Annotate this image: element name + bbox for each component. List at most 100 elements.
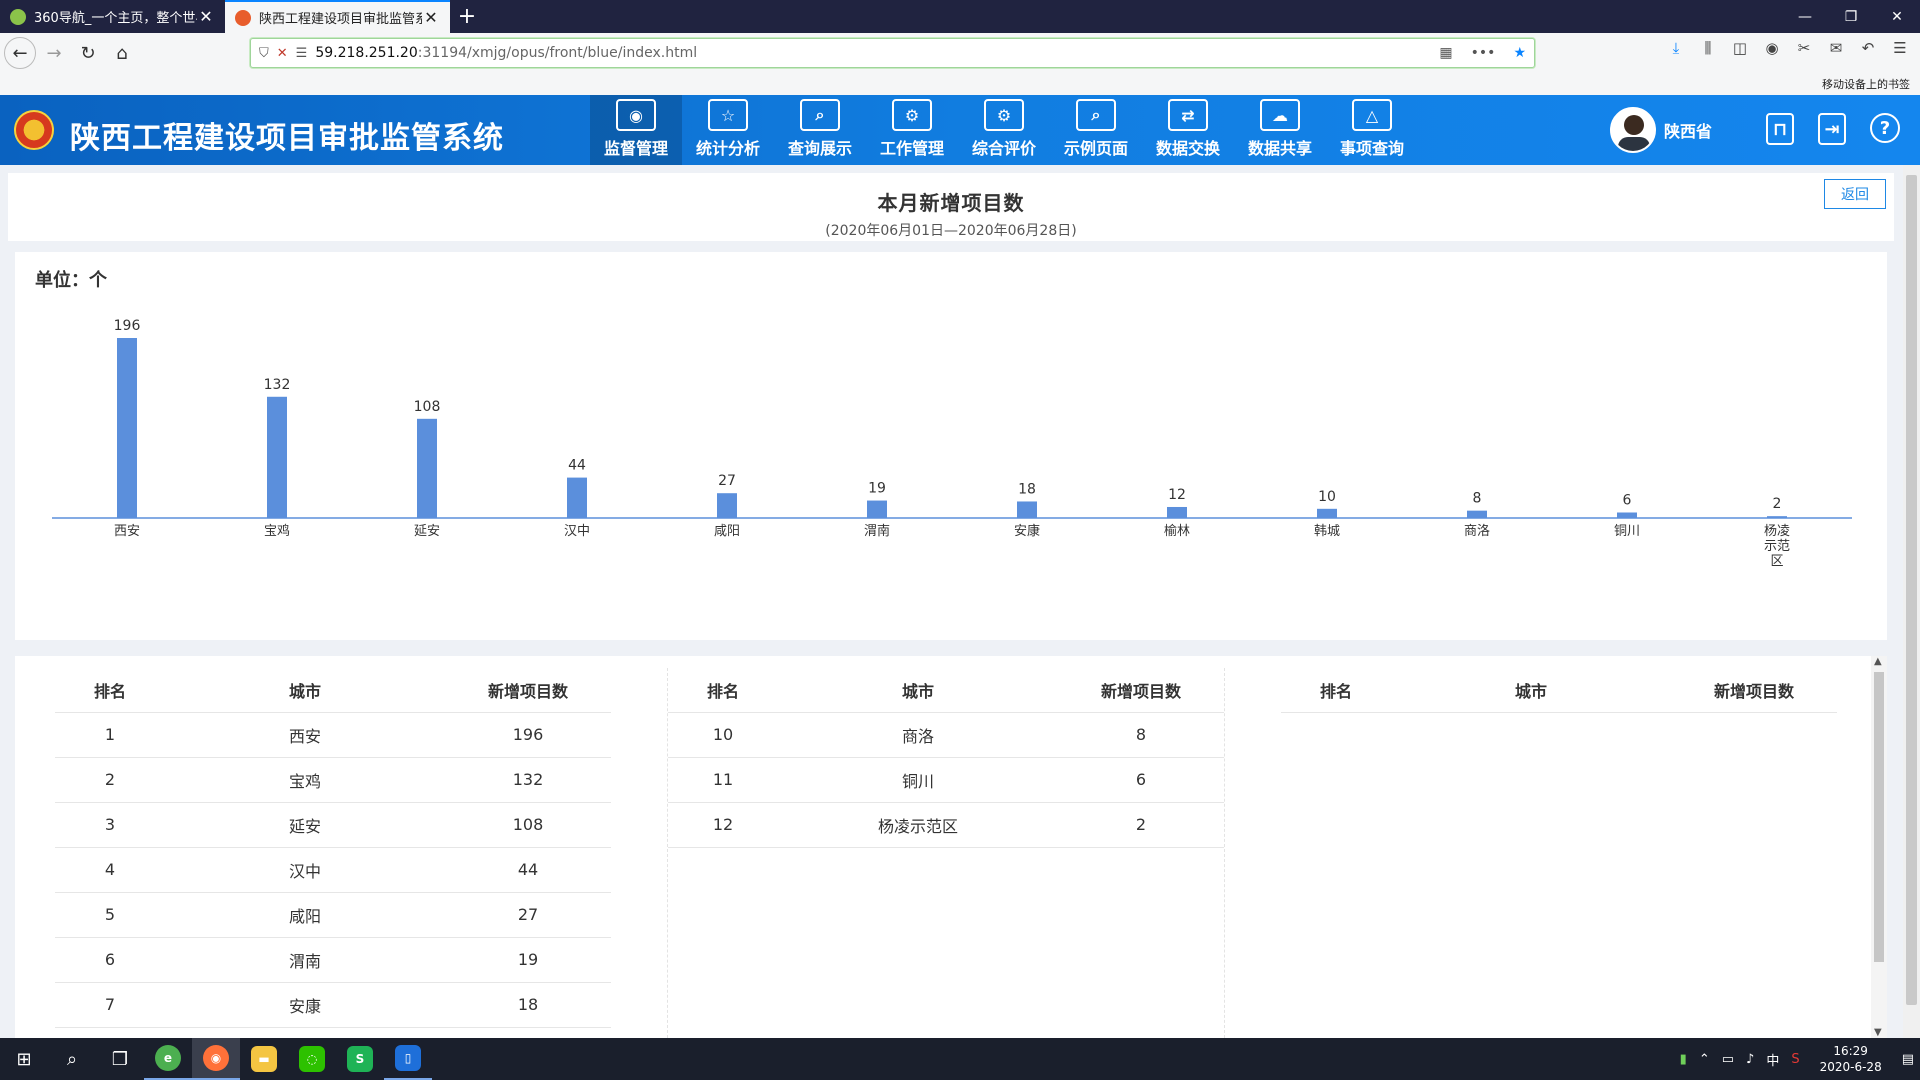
network-icon[interactable]: ▭ bbox=[1722, 1052, 1734, 1067]
module-item-query[interactable]: △ 事项查询 bbox=[1326, 95, 1418, 165]
scroll-thumb[interactable] bbox=[1906, 175, 1917, 1005]
chart-bar bbox=[1617, 512, 1637, 518]
taskbar-reader[interactable]: ▯ bbox=[384, 1038, 432, 1080]
table-scrollbar[interactable]: ▲ ▼ bbox=[1871, 656, 1887, 1038]
module-data-sharing[interactable]: ☁ 数据共享 bbox=[1234, 95, 1326, 165]
sidebar-icon[interactable]: ◫ bbox=[1730, 39, 1750, 57]
tick-label: 延安 bbox=[414, 524, 440, 539]
taskbar-file-explorer[interactable]: ▬ bbox=[240, 1038, 288, 1080]
windows-start-icon[interactable]: ⊞ bbox=[0, 1038, 48, 1080]
header-count: 新增项目数 bbox=[1671, 668, 1837, 713]
bar-chart: 196 西安 132 宝鸡 108 延安 44 汉中 27 咸阳 19 渭南 18 安康 12 榆林 10 韩城 8… bbox=[52, 318, 1852, 569]
module-label: 事项查询 bbox=[1339, 139, 1404, 158]
city-cell: 西安 bbox=[165, 712, 445, 758]
menu-icon[interactable]: ☰ bbox=[1890, 39, 1910, 57]
header-city: 城市 bbox=[1391, 668, 1671, 713]
module-data-exchange[interactable]: ⇄ 数据交换 bbox=[1142, 95, 1234, 165]
taskbar-360-browser[interactable]: e bbox=[144, 1038, 192, 1080]
back-arrow-icon[interactable]: ← bbox=[4, 37, 36, 69]
home-icon[interactable]: ⌂ bbox=[106, 37, 138, 69]
header-count: 新增项目数 bbox=[1058, 668, 1224, 713]
folder-icon: ▬ bbox=[251, 1046, 277, 1072]
module-example-page[interactable]: ⌕ 示例页面 bbox=[1050, 95, 1142, 165]
scroll-up-icon[interactable]: ▲ bbox=[1874, 656, 1882, 667]
city-cell: 咸阳 bbox=[165, 892, 445, 938]
help-icon[interactable]: ? bbox=[1870, 113, 1900, 143]
chat-icon[interactable]: ✉ bbox=[1826, 39, 1846, 57]
battery-icon[interactable]: ▮ bbox=[1680, 1052, 1687, 1067]
module-label: 示例页面 bbox=[1063, 139, 1128, 158]
search-icon[interactable]: ⌕ bbox=[48, 1038, 96, 1080]
download-icon[interactable]: ⤓ bbox=[1666, 39, 1686, 57]
table-row: 5 咸阳 27 bbox=[55, 892, 611, 938]
mobile-bookmarks-link[interactable]: 移动设备上的书签 bbox=[1822, 76, 1910, 92]
system-tray: ▮ ⌃ ▭ ♪ 中 S 16:29 2020-6-28 ▤ bbox=[1674, 1038, 1920, 1080]
account-icon[interactable]: ◉ bbox=[1762, 39, 1782, 57]
table-row: 2 宝鸡 132 bbox=[55, 757, 611, 803]
sogou-icon[interactable]: S bbox=[1791, 1052, 1799, 1067]
notification-icon[interactable]: ▤ bbox=[1902, 1052, 1914, 1067]
data-label: 10 bbox=[1318, 489, 1336, 505]
user-info[interactable]: 陕西省 bbox=[1610, 107, 1712, 153]
taskbar-firefox[interactable]: ◉ bbox=[192, 1038, 240, 1080]
close-window-icon[interactable]: ✕ bbox=[1874, 0, 1920, 33]
qr-code-icon[interactable]: ▦ bbox=[1439, 45, 1452, 61]
table-row: 1 西安 196 bbox=[55, 712, 611, 758]
app-header: 陕西工程建设项目审批监管系统 ◉ 监督管理 ☆ 统计分析 ⌕ 查询展示 ⚙ 工作管理 ⚙… bbox=[0, 95, 1920, 165]
undo-icon[interactable]: ↶ bbox=[1858, 39, 1878, 57]
header-city: 城市 bbox=[778, 668, 1058, 713]
tick-label: 铜川 bbox=[1614, 524, 1640, 539]
module-nav: ◉ 监督管理 ☆ 统计分析 ⌕ 查询展示 ⚙ 工作管理 ⚙ 综合评价 ⌕ 示例页面 ⇄ 数据交… bbox=[590, 95, 1418, 165]
address-bar[interactable]: ⛉ ✕ ☰ 59.218.251.20 :31194/xmjg/opus/fro… bbox=[250, 38, 1535, 68]
page-scrollbar[interactable] bbox=[1903, 165, 1920, 1038]
new-tab-button[interactable]: + bbox=[450, 0, 484, 33]
close-tab-icon[interactable]: ✕ bbox=[422, 8, 440, 27]
screenshot-icon[interactable]: ✂ bbox=[1794, 39, 1814, 57]
insecure-lock-icon[interactable]: ✕ bbox=[277, 46, 288, 61]
module-work-management[interactable]: ⚙ 工作管理 bbox=[866, 95, 958, 165]
ime-indicator[interactable]: 中 bbox=[1766, 1050, 1779, 1069]
module-evaluation[interactable]: ⚙ 综合评价 bbox=[958, 95, 1050, 165]
browser-toolbar: ← → ↻ ⌂ ⛉ ✕ ☰ 59.218.251.20 :31194/xmjg/… bbox=[0, 33, 1920, 73]
title-card: 本月新增项目数 (2020年06月01日—2020年06月28日) 返回 bbox=[8, 173, 1894, 241]
chart-bar bbox=[1467, 510, 1487, 518]
taskbar-wechat[interactable]: ◌ bbox=[288, 1038, 336, 1080]
close-tab-icon[interactable]: ✕ bbox=[197, 7, 215, 26]
shield-icon[interactable]: ⛉ bbox=[259, 46, 269, 61]
chevron-up-icon[interactable]: ⌃ bbox=[1699, 1052, 1710, 1067]
data-label: 19 bbox=[868, 481, 886, 497]
national-emblem-logo bbox=[14, 110, 54, 150]
back-button[interactable]: 返回 bbox=[1824, 179, 1886, 209]
reload-icon[interactable]: ↻ bbox=[72, 37, 104, 69]
rank-cell: 6 bbox=[55, 937, 165, 983]
folder-gear-icon: ⚙ bbox=[892, 99, 932, 131]
more-actions-icon[interactable]: ••• bbox=[1471, 45, 1496, 61]
volume-icon[interactable]: ♪ bbox=[1746, 1052, 1754, 1067]
data-label: 8 bbox=[1473, 491, 1482, 507]
logout-icon[interactable]: ⇥ bbox=[1818, 113, 1846, 145]
task-view-icon[interactable]: ❐ bbox=[96, 1038, 144, 1080]
taskbar-sheet-app[interactable]: S bbox=[336, 1038, 384, 1080]
module-supervision[interactable]: ◉ 监督管理 bbox=[590, 95, 682, 165]
restore-icon[interactable]: ❐ bbox=[1828, 0, 1874, 33]
module-query-display[interactable]: ⌕ 查询展示 bbox=[774, 95, 866, 165]
date-range: (2020年06月01日—2020年06月28日) bbox=[825, 223, 1077, 239]
scroll-down-icon[interactable]: ▼ bbox=[1874, 1027, 1882, 1038]
statistics-icon: ☆ bbox=[708, 99, 748, 131]
username: 陕西省 bbox=[1664, 122, 1713, 141]
browser-tab-strip: 360导航_一个主页，整个世界 ✕ 陕西工程建设项目审批监管系统 ✕ + — ❐… bbox=[0, 0, 1920, 33]
lock-icon[interactable]: ⊓ bbox=[1766, 113, 1794, 145]
minimize-icon[interactable]: — bbox=[1782, 0, 1828, 33]
bookmark-star-icon[interactable]: ★ bbox=[1513, 45, 1526, 61]
scroll-thumb[interactable] bbox=[1874, 672, 1884, 962]
browser-tab-360[interactable]: 360导航_一个主页，整个世界 ✕ bbox=[0, 0, 225, 33]
module-statistics[interactable]: ☆ 统计分析 bbox=[682, 95, 774, 165]
site-info-icon[interactable]: ☰ bbox=[296, 46, 308, 61]
tick-label: 西安 bbox=[114, 524, 140, 539]
forward-arrow-icon[interactable]: → bbox=[38, 37, 70, 69]
clock[interactable]: 16:29 2020-6-28 bbox=[1820, 1043, 1882, 1075]
chart-bar bbox=[717, 493, 737, 518]
rank-cell: 12 bbox=[668, 802, 778, 848]
browser-tab-system[interactable]: 陕西工程建设项目审批监管系统 ✕ bbox=[225, 0, 450, 33]
library-icon[interactable]: ⫼ bbox=[1698, 39, 1718, 57]
